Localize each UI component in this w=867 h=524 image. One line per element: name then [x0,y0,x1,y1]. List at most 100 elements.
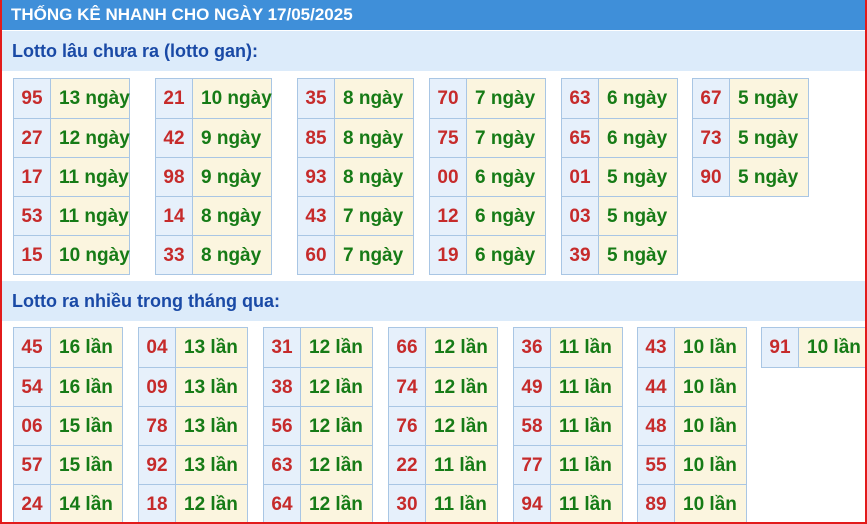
lotto-count: 12 lần [301,446,372,484]
lotto-count: 11 lần [551,485,622,522]
table-row: 73 5 ngày [693,118,808,157]
table-row: 00 6 ngày [430,157,545,196]
lotto-count: 5 ngày [730,79,808,118]
table-row: 12 6 ngày [430,196,545,235]
table-row: 90 5 ngày [693,157,808,196]
lotto-count: 9 ngày [193,119,271,157]
lotto-number: 19 [430,236,467,274]
lotto-count: 12 lần [426,328,497,367]
lotto-count: 13 lần [176,407,247,445]
table-row: 53 11 ngày [14,196,129,235]
lotto-number: 06 [14,407,51,445]
lotto-number: 43 [638,328,675,367]
table-row: 91 10 lần [762,328,865,367]
lotto-count: 12 lần [426,407,497,445]
lotto-count: 10 ngày [51,236,130,274]
lotto-number: 22 [389,446,426,484]
lotto-number: 78 [139,407,176,445]
lotto-count: 6 ngày [467,158,545,196]
page-title: THỐNG KÊ NHANH CHO NGÀY 17/05/2025 [2,0,865,30]
lotto-count: 6 ngày [599,119,677,157]
lotto-number: 66 [389,328,426,367]
table-row: 75 7 ngày [430,118,545,157]
lotto-count: 10 lần [799,328,865,367]
table-row: 92 13 lần [139,445,247,484]
table-row: 77 11 lần [514,445,622,484]
lotto-count: 5 ngày [730,119,808,157]
freq-column: 04 13 lần 09 13 lần 78 13 lần 92 13 lần 18 12 lần [138,327,248,522]
table-row: 17 11 ngày [14,157,129,196]
table-row: 30 11 lần [389,484,497,522]
lotto-number: 36 [514,328,551,367]
lotto-count: 15 lần [51,407,122,445]
lotto-number: 24 [14,485,51,522]
freq-column: 45 16 lần 54 16 lần 06 15 lần 57 15 lần 24 14 lần [13,327,123,522]
freq-column: 36 11 lần 49 11 lần 58 11 lần 77 11 lần 94 11 lần [513,327,623,522]
stats-panel: THỐNG KÊ NHANH CHO NGÀY 17/05/2025 Lotto… [0,0,867,524]
lotto-number: 98 [156,158,193,196]
table-row: 33 8 ngày [156,235,271,274]
lotto-count: 10 lần [675,407,746,445]
lotto-count: 6 ngày [599,79,677,118]
table-row: 18 12 lần [139,484,247,522]
lotto-count: 13 lần [176,328,247,367]
lotto-count: 10 lần [675,368,746,406]
lotto-number: 39 [562,236,599,274]
lotto-count: 12 lần [426,368,497,406]
lotto-number: 90 [693,158,730,196]
table-row: 03 5 ngày [562,196,677,235]
table-row: 60 7 ngày [298,235,413,274]
lotto-count: 12 lần [176,485,247,522]
lotto-count: 11 lần [551,368,622,406]
lotto-number: 57 [14,446,51,484]
lotto-number: 42 [156,119,193,157]
lotto-count: 12 lần [301,485,372,522]
lotto-number: 60 [298,236,335,274]
lotto-number: 21 [156,79,193,118]
section-title-lotto-gan: Lotto lâu chưa ra (lotto gan): [2,31,865,71]
lotto-number: 03 [562,197,599,235]
lotto-number: 73 [693,119,730,157]
table-row: 42 9 ngày [156,118,271,157]
lotto-count: 10 lần [675,446,746,484]
lotto-count: 13 ngày [51,79,130,118]
lotto-number: 18 [139,485,176,522]
gan-column: 21 10 ngày 42 9 ngày 98 9 ngày 14 8 ngày 33 8 ngà… [155,78,272,275]
lotto-number: 31 [264,328,301,367]
gan-column: 63 6 ngày 65 6 ngày 01 5 ngày 03 5 ngày 39 5 ngày [561,78,678,275]
table-row: 38 12 lần [264,367,372,406]
table-row: 21 10 ngày [156,79,272,118]
lotto-count: 12 lần [301,407,372,445]
lotto-number: 33 [156,236,193,274]
table-row: 56 12 lần [264,406,372,445]
lotto-count: 7 ngày [467,79,545,118]
lotto-count: 5 ngày [599,158,677,196]
gan-column: 67 5 ngày 73 5 ngày 90 5 ngày [692,78,809,197]
table-row: 94 11 lần [514,484,622,522]
lotto-number: 92 [139,446,176,484]
table-row: 65 6 ngày [562,118,677,157]
lotto-count: 5 ngày [730,158,808,196]
lotto-number: 27 [14,119,51,157]
table-row: 45 16 lần [14,328,122,367]
lotto-count: 8 ngày [193,236,271,274]
table-row: 95 13 ngày [14,79,130,118]
table-row: 43 7 ngày [298,196,413,235]
lotto-count: 16 lần [51,328,122,367]
lotto-count: 6 ngày [467,197,545,235]
lotto-number: 01 [562,158,599,196]
lotto-count: 7 ngày [467,119,545,157]
lotto-number: 77 [514,446,551,484]
lotto-count: 11 ngày [51,158,129,196]
lotto-number: 70 [430,79,467,118]
lotto-number: 75 [430,119,467,157]
lotto-number: 67 [693,79,730,118]
lotto-number: 91 [762,328,799,367]
lotto-number: 85 [298,119,335,157]
lotto-number: 64 [264,485,301,522]
lotto-count: 11 lần [551,407,622,445]
table-row: 04 13 lần [139,328,247,367]
table-row: 67 5 ngày [693,79,808,118]
lotto-count: 7 ngày [335,197,413,235]
lotto-number: 55 [638,446,675,484]
